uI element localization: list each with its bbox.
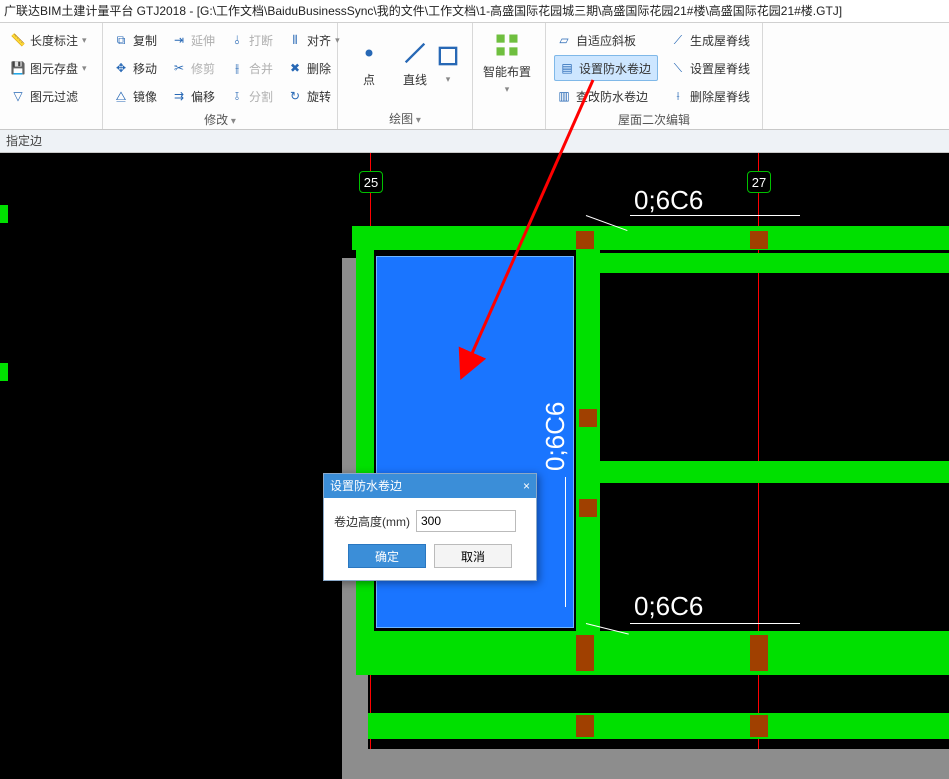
offset-icon: ⇉ <box>171 88 187 104</box>
merge-button[interactable]: ⫲合并 <box>227 55 275 81</box>
window-title: 广联达BIM土建计量平台 GTJ2018 - [G:\工作文档\BaiduBus… <box>0 0 949 23</box>
move-icon: ✥ <box>113 60 129 76</box>
wall <box>356 248 374 655</box>
smart-layout-button[interactable]: 智能布置▾ <box>481 27 533 99</box>
dim-label: 0;6C6 <box>540 402 571 471</box>
funnel-icon: ▽ <box>10 88 26 104</box>
setridge-icon: ⟍ <box>670 60 686 76</box>
axis-marker: 27 <box>747 171 771 193</box>
merge-icon: ⫲ <box>229 60 245 76</box>
rotate-button[interactable]: ↻旋转 <box>285 83 342 109</box>
ribbon: 📏长度标注 ▾ 💾图元存盘 ▾ ▽图元过滤 ⧉复制 ⇥延伸 ⫰打断 ⫴对齐 ▾ … <box>0 23 949 130</box>
leader <box>630 623 800 624</box>
extend-button[interactable]: ⇥延伸 <box>169 27 217 53</box>
mirror-icon: ⧋ <box>113 88 129 104</box>
ruler-icon: 📏 <box>10 32 26 48</box>
hatch <box>579 409 597 427</box>
draw-group-label[interactable]: 绘图 <box>346 108 464 127</box>
hatch <box>576 635 594 671</box>
hatch <box>750 231 768 249</box>
hatch <box>576 715 594 737</box>
cancel-button[interactable]: 取消 <box>434 544 512 568</box>
mirror-button[interactable]: ⧋镜像 <box>111 83 159 109</box>
dialog-title: 设置防水卷边 <box>330 474 402 498</box>
split-button[interactable]: ⫱分割 <box>227 83 275 109</box>
line-button[interactable]: 直线 <box>392 27 438 99</box>
set-ridge-button[interactable]: ⟍设置屋脊线 <box>668 55 754 81</box>
disk-icon: 💾 <box>10 60 26 76</box>
wall <box>352 226 949 250</box>
height-label: 卷边高度(mm) <box>334 513 410 530</box>
waterproof-dialog: 设置防水卷边 × 卷边高度(mm) 确定 取消 <box>323 473 537 581</box>
align-button[interactable]: ⫴对齐 ▾ <box>285 27 342 53</box>
offset-button[interactable]: ⇉偏移 <box>169 83 217 109</box>
status-bar: 指定边 <box>0 130 949 153</box>
hatch <box>750 715 768 737</box>
wall <box>576 248 600 648</box>
close-icon[interactable]: × <box>523 474 530 498</box>
extend-icon: ⇥ <box>171 32 187 48</box>
length-dim-button[interactable]: 📏长度标注 ▾ <box>8 27 94 53</box>
waterproof-icon: ▤ <box>559 60 575 76</box>
height-input[interactable] <box>416 510 516 532</box>
ok-button[interactable]: 确定 <box>348 544 426 568</box>
axis-marker: 25 <box>359 171 383 193</box>
dialog-titlebar[interactable]: 设置防水卷边 × <box>324 474 536 498</box>
drawing-canvas[interactable]: 0;6C6 0;6C6 0;6C6 25 27 设置防水卷边 × 卷边高度(mm… <box>0 153 949 779</box>
gen-ridge-button[interactable]: ⟋生成屋脊线 <box>668 27 754 53</box>
filter-element-button[interactable]: ▽图元过滤 <box>8 83 94 109</box>
grid-icon <box>493 31 521 59</box>
save-element-button[interactable]: 💾图元存盘 ▾ <box>8 55 94 81</box>
wall <box>356 631 949 653</box>
ridge-icon: ⟋ <box>670 32 686 48</box>
rect-icon <box>434 42 462 70</box>
leader <box>565 477 566 607</box>
roof-group-label: 屋面二次编辑 <box>554 109 754 128</box>
draw-more-button[interactable]: ▾ <box>438 27 458 99</box>
point-icon <box>355 39 383 67</box>
delete-icon: ✖ <box>287 60 303 76</box>
align-icon: ⫴ <box>287 32 303 48</box>
line-icon <box>401 39 429 67</box>
split-icon: ⫱ <box>229 88 245 104</box>
trim-button[interactable]: ✂修剪 <box>169 55 217 81</box>
auto-slope-button[interactable]: ▱自适应斜板 <box>554 27 658 53</box>
wall <box>0 363 8 381</box>
wall <box>598 461 949 483</box>
break-icon: ⫰ <box>229 32 245 48</box>
wall <box>368 713 949 739</box>
hatch <box>576 231 594 249</box>
wall <box>598 253 949 273</box>
del-ridge-button[interactable]: ⟊删除屋脊线 <box>668 83 754 109</box>
slab-icon: ▱ <box>556 32 572 48</box>
copy-button[interactable]: ⧉复制 <box>111 27 159 53</box>
delete-button[interactable]: ✖删除 <box>285 55 342 81</box>
hatch <box>579 499 597 517</box>
trim-icon: ✂ <box>171 60 187 76</box>
check-waterproof-button[interactable]: ▥查改防水卷边 <box>554 83 658 109</box>
wall <box>0 205 8 223</box>
hatch <box>750 635 768 671</box>
dim-label: 0;6C6 <box>634 591 703 622</box>
wall <box>342 749 949 779</box>
modify-group-label[interactable]: 修改 <box>111 109 329 128</box>
leader <box>630 215 800 216</box>
copy-icon: ⧉ <box>113 32 129 48</box>
set-waterproof-button[interactable]: ▤设置防水卷边 <box>554 55 658 81</box>
rotate-icon: ↻ <box>287 88 303 104</box>
wall <box>356 653 949 675</box>
dim-label: 0;6C6 <box>634 185 703 216</box>
delridge-icon: ⟊ <box>670 88 686 104</box>
move-button[interactable]: ✥移动 <box>111 55 159 81</box>
point-button[interactable]: 点 <box>346 27 392 99</box>
check-icon: ▥ <box>556 88 572 104</box>
break-button[interactable]: ⫰打断 <box>227 27 275 53</box>
